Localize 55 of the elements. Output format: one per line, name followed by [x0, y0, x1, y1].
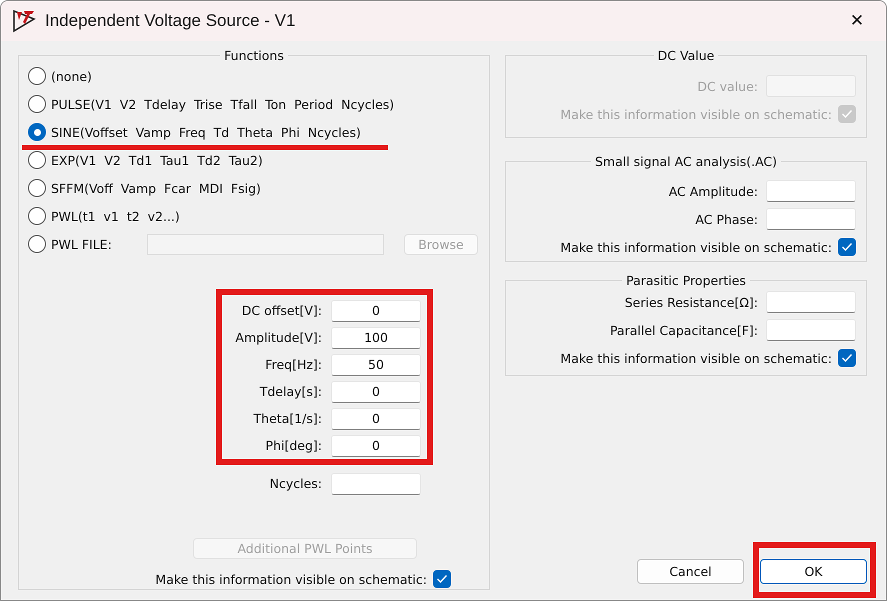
logo-icon — [12, 9, 36, 33]
radio-button[interactable] — [28, 207, 46, 225]
checkmark-icon — [841, 353, 853, 363]
input-field[interactable] — [331, 472, 421, 494]
radio-button[interactable] — [28, 95, 46, 113]
field-label: Parallel Capacitance[F]: — [610, 322, 758, 338]
input-field[interactable] — [766, 180, 856, 202]
input-field[interactable]: 0 — [331, 408, 421, 430]
radio-button[interactable] — [28, 123, 46, 141]
checkbox-label: Make this information visible on schematic: — [560, 350, 832, 366]
radio-button[interactable] — [28, 179, 46, 197]
input-field[interactable]: 50 — [331, 354, 421, 376]
field-label: AC Amplitude: — [668, 184, 758, 198]
input-field[interactable]: 0 — [331, 380, 421, 402]
radio-button[interactable] — [28, 67, 46, 85]
radio-label[interactable]: SFFM(Voff Vamp Fcar MDI Fsig) — [51, 180, 261, 196]
radio-label[interactable]: EXP(V1 V2 Td1 Tau1 Td2 Tau2) — [51, 152, 263, 168]
input-field[interactable]: 0 — [331, 300, 421, 322]
field-label: Amplitude[V]: — [234, 330, 322, 345]
radio-label[interactable]: SINE(Voffset Vamp Freq Td Theta Phi Ncycles) — [51, 124, 361, 140]
checkbox-label: Make this information visible on schematic: — [155, 572, 427, 586]
input-field[interactable]: 100 — [331, 326, 421, 348]
radio-label[interactable]: (none) — [51, 68, 92, 84]
checkbox-label: Make this information visible on schematic: — [560, 106, 832, 122]
input-field[interactable] — [766, 291, 856, 313]
window-title: Independent Voltage Source - V1 — [45, 11, 296, 31]
checkmark-icon — [436, 574, 448, 584]
checkmark-icon — [841, 109, 853, 119]
checkbox[interactable] — [433, 570, 451, 588]
input-field[interactable] — [766, 319, 856, 341]
checkbox[interactable] — [838, 349, 856, 367]
field-label: DC value: — [697, 78, 758, 94]
input-field[interactable]: 0 — [331, 434, 421, 456]
cancel-button[interactable]: Cancel — [637, 559, 744, 584]
field-label: AC Phase: — [695, 212, 758, 226]
group-title: Small signal AC analysis(.AC) — [594, 154, 778, 168]
field-label: Tdelay[s]: — [258, 384, 322, 399]
field-label: DC offset[V]: — [240, 303, 322, 318]
field-label: Freq[Hz]: — [264, 357, 322, 372]
checkbox[interactable] — [838, 238, 856, 256]
radio-button[interactable] — [28, 151, 46, 169]
field-label: Theta[1/s]: — [252, 411, 322, 426]
close-button[interactable]: ✕ — [834, 11, 880, 31]
radio-label[interactable]: PULSE(V1 V2 Tdelay Trise Tfall Ton Period Ncycles) — [51, 96, 394, 112]
field-label: Phi[deg]: — [264, 438, 322, 453]
radio-label[interactable]: PWL(t1 v1 t2 v2...) — [51, 208, 180, 224]
checkmark-icon — [841, 242, 853, 252]
input-field[interactable] — [766, 208, 856, 230]
checkbox-label: Make this information visible on schematic: — [560, 240, 832, 254]
group-title: Functions — [223, 48, 285, 62]
field-label: Ncycles: — [268, 476, 322, 491]
group-title: DC Value — [656, 48, 716, 62]
group-title: Parasitic Properties — [625, 272, 747, 288]
field-label: Series Resistance[Ω]: — [624, 294, 758, 310]
ok-button[interactable]: OK — [760, 559, 867, 584]
